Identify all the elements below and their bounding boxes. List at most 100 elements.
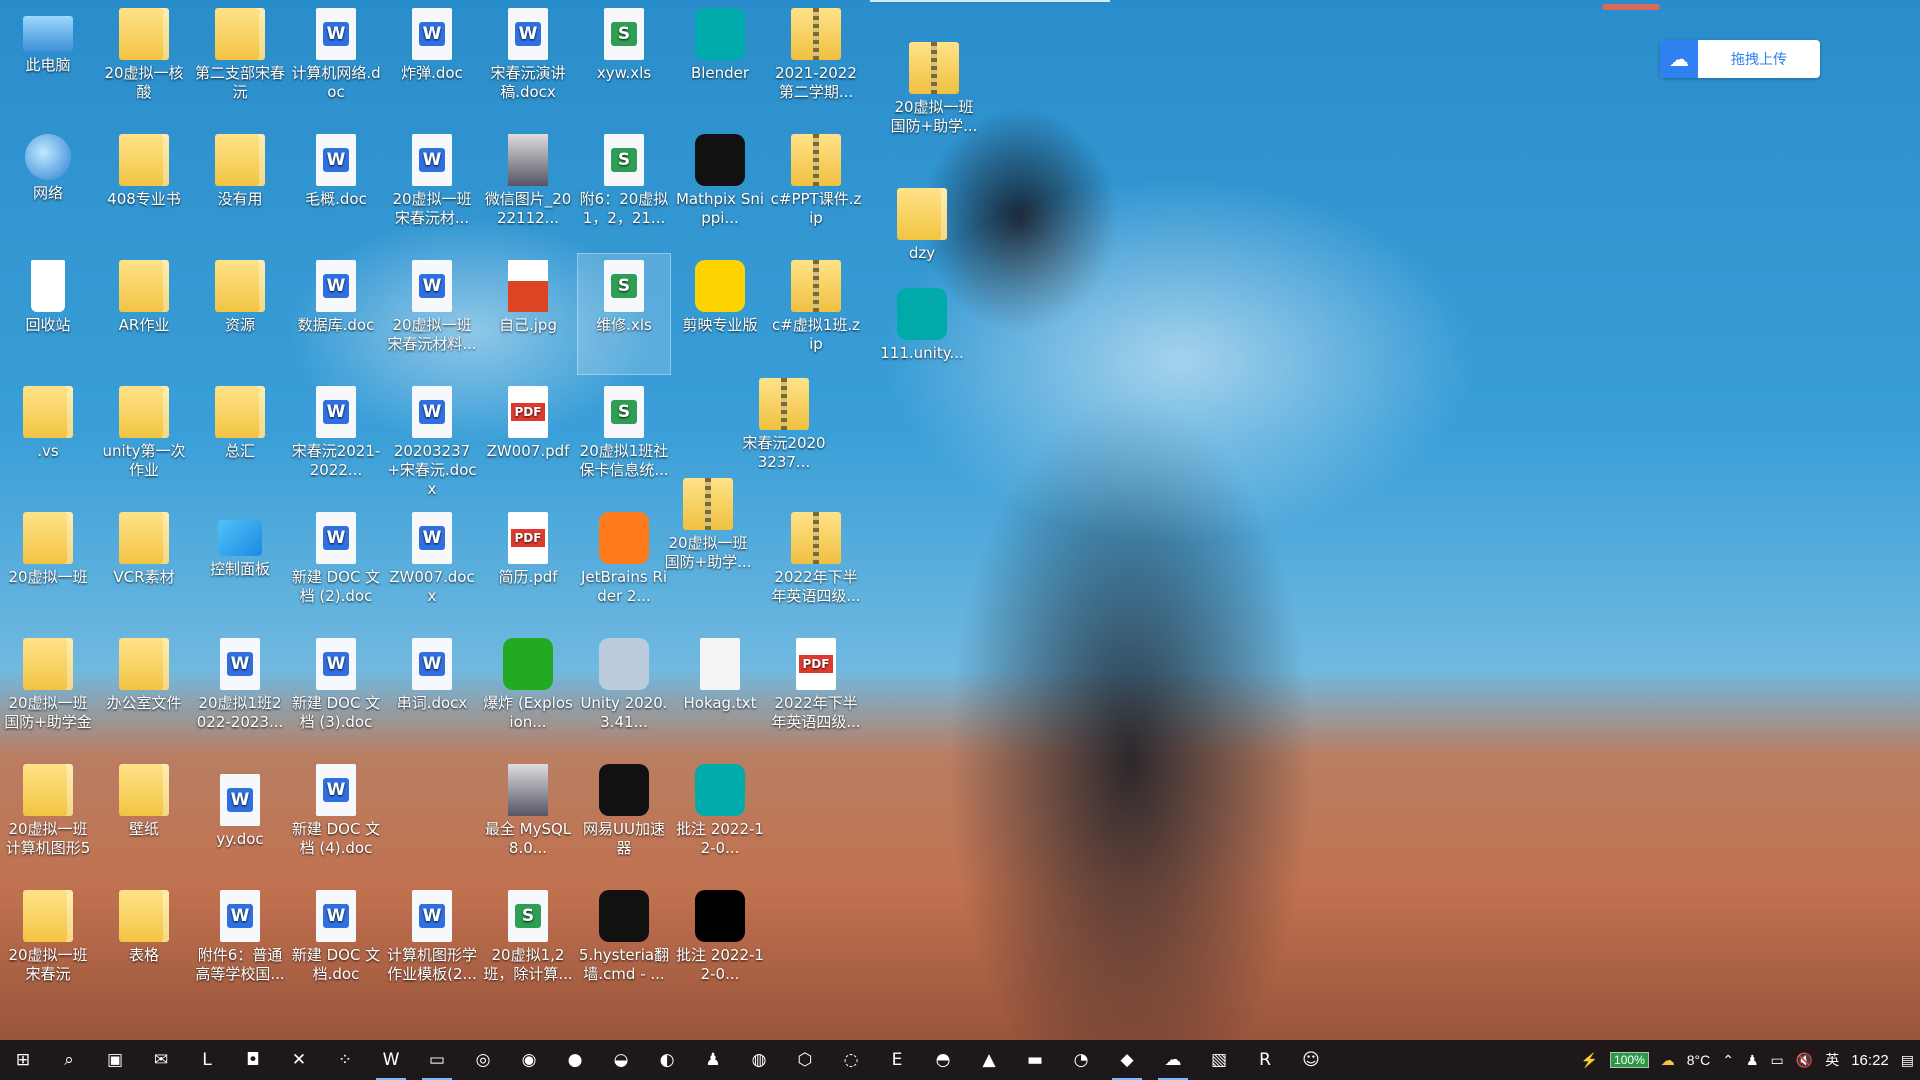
desktop-icon[interactable]: W 20203237+宋春沅.docx xyxy=(386,380,478,500)
volume-mute-icon[interactable]: 🔇 xyxy=(1796,1052,1813,1069)
desktop-icon[interactable]: W 20虚拟1班2022-2023... xyxy=(194,632,286,752)
desktop-icon[interactable]: W 20虚拟一班宋春沅材... xyxy=(386,128,478,248)
desktop-icon[interactable]: 第二支部宋春沅 xyxy=(194,2,286,122)
desktop-icon[interactable]: 批注 2022-12-0... xyxy=(674,884,766,1004)
desktop-icon[interactable]: unity第一次作业 xyxy=(98,380,190,500)
desktop-icon[interactable]: W 串词.docx xyxy=(386,632,478,752)
xmind-icon[interactable]: ✕ xyxy=(276,1040,322,1080)
app-l-icon[interactable]: L xyxy=(184,1040,230,1080)
desktop-icon[interactable]: 20虚拟一班宋春沅 xyxy=(2,884,94,1004)
desktop-icon[interactable]: W 宋春沅演讲稿.docx xyxy=(482,2,574,122)
desktop-icon[interactable]: W 毛概.doc xyxy=(290,128,382,248)
desktop-icon[interactable]: W 新建 DOC 文档 (2).doc xyxy=(290,506,382,626)
desktop-icon[interactable]: W 计算机图形学作业模板(2... xyxy=(386,884,478,1004)
desktop-icon[interactable]: W 20虚拟一班宋春沅材料... xyxy=(386,254,478,374)
desktop-icon[interactable]: 408专业书 xyxy=(98,128,190,248)
mountain-app-icon[interactable]: ▲ xyxy=(966,1040,1012,1080)
desktop-icon[interactable]: c#虚拟1班.zip xyxy=(770,254,862,374)
cube-icon[interactable]: ⬡ xyxy=(782,1040,828,1080)
power-plug-icon[interactable]: ⚡ xyxy=(1581,1052,1598,1069)
qq-icon[interactable]: ♟ xyxy=(690,1040,736,1080)
desktop-icon[interactable]: W 新建 DOC 文档.doc xyxy=(290,884,382,1004)
desktop-icon[interactable]: 20虚拟一班国防+助学... xyxy=(888,36,980,156)
desktop-icon[interactable]: W 宋春沅2021-2022... xyxy=(290,380,382,500)
desktop-icon[interactable]: 5.hysteria翻墙.cmd - ... xyxy=(578,884,670,1004)
netease-music-icon[interactable]: ◍ xyxy=(736,1040,782,1080)
steam-icon[interactable]: ◓ xyxy=(920,1040,966,1080)
desktop-icon[interactable]: 20虚拟一班计算机图形5 xyxy=(2,758,94,878)
desktop-icon[interactable]: W 炸弹.doc xyxy=(386,2,478,122)
desktop-icon[interactable]: 微信图片_2022112... xyxy=(482,128,574,248)
github-icon[interactable]: ◔ xyxy=(1058,1040,1104,1080)
desktop-icon[interactable]: PDF ZW007.pdf xyxy=(482,380,574,500)
desktop-icon[interactable]: Sxyw.xls xyxy=(578,2,670,122)
rider-icon[interactable]: R xyxy=(1242,1040,1288,1080)
word-icon[interactable]: W xyxy=(368,1040,414,1080)
desktop-icon[interactable]: 此电脑 xyxy=(2,2,94,122)
desktop-icon[interactable]: 控制面板 xyxy=(194,506,286,626)
search-app-icon[interactable]: ◎ xyxy=(460,1040,506,1080)
desktop-icon[interactable]: 总汇 xyxy=(194,380,286,500)
desktop-icon[interactable]: JetBrains Rider 2... xyxy=(578,506,670,626)
desktop-icon[interactable]: 20虚拟一核酸 xyxy=(98,2,190,122)
desktop-icon[interactable]: Mathpix Snippi... xyxy=(674,128,766,248)
search-icon[interactable]: ⌕ xyxy=(46,1040,92,1080)
store-icon[interactable]: ▣ xyxy=(92,1040,138,1080)
desktop-icon[interactable]: 2022年下半年英语四级... xyxy=(770,506,862,626)
battery-tray-icon[interactable]: ▭ xyxy=(1771,1052,1784,1069)
desktop-icon[interactable]: 20虚拟一班国防+助学金 xyxy=(2,632,94,752)
desktop-icon[interactable]: Hokag.txt xyxy=(674,632,766,752)
desktop-icon[interactable]: 111.unity... xyxy=(876,282,968,402)
desktop-icon[interactable]: W 附件6：普通高等学校国... xyxy=(194,884,286,1004)
chevron-up-icon[interactable]: ⌃ xyxy=(1722,1052,1734,1069)
desktop-icon[interactable]: 爆炸 (Explosion... xyxy=(482,632,574,752)
app-ball-icon[interactable]: ◒ xyxy=(598,1040,644,1080)
desktop-icon[interactable]: 剪映专业版 xyxy=(674,254,766,374)
mail-icon[interactable]: ✉ xyxy=(138,1040,184,1080)
desktop-icon[interactable]: W 数据库.doc xyxy=(290,254,382,374)
desktop-icon[interactable]: AR作业 xyxy=(98,254,190,374)
desktop-icon[interactable]: 表格 xyxy=(98,884,190,1004)
desktop-icon[interactable]: 网络 xyxy=(2,128,94,248)
desktop-icon[interactable]: 2021-2022第二学期... xyxy=(770,2,862,122)
desktop-icon[interactable]: 网易UU加速器 xyxy=(578,758,670,878)
desktop-icon[interactable]: PDF 简历.pdf xyxy=(482,506,574,626)
desktop-icon[interactable]: W 新建 DOC 文档 (3).doc xyxy=(290,632,382,752)
desktop-icon[interactable]: S 维修.xls xyxy=(577,253,671,375)
file-explorer-icon[interactable]: ▭ xyxy=(414,1040,460,1080)
photos-icon[interactable]: ▧ xyxy=(1196,1040,1242,1080)
desktop-icon[interactable]: S 20虚拟1,2班，除计算... xyxy=(482,884,574,1004)
desktop-icon[interactable]: W 新建 DOC 文档 (4).doc xyxy=(290,758,382,878)
desktop-icon[interactable]: W 计算机网络.doc xyxy=(290,2,382,122)
drag-upload-widget[interactable]: ☁ 拖拽上传 xyxy=(1660,40,1820,78)
chrome-icon[interactable]: ● xyxy=(552,1040,598,1080)
desktop-icon[interactable]: 自己.jpg xyxy=(482,254,574,374)
desktop-icon[interactable]: W ZW007.docx xyxy=(386,506,478,626)
notification-icon[interactable]: ▤ xyxy=(1901,1052,1914,1069)
wechat-icon[interactable]: ◉ xyxy=(506,1040,552,1080)
desktop-icon[interactable]: 最全 MySQL8.0... xyxy=(482,758,574,878)
desktop-icon[interactable]: S 附6：20虚拟1，2，21... xyxy=(578,128,670,248)
ime-indicator[interactable]: 英 xyxy=(1825,1050,1839,1070)
battery-indicator[interactable]: 100% xyxy=(1610,1052,1649,1068)
app-dots-icon[interactable]: ⁘ xyxy=(322,1040,368,1080)
desktop-icon[interactable]: 20虚拟一班 xyxy=(2,506,94,626)
terminal-icon[interactable]: ▬ xyxy=(1012,1040,1058,1080)
weather-temp[interactable]: 8°C xyxy=(1687,1052,1711,1068)
desktop-icon[interactable]: 壁纸 xyxy=(98,758,190,878)
uu-icon[interactable]: ◌ xyxy=(828,1040,874,1080)
epic-icon[interactable]: E xyxy=(874,1040,920,1080)
edge-icon[interactable]: ◐ xyxy=(644,1040,690,1080)
desktop-icon[interactable]: 20虚拟一班国防+助学... xyxy=(662,472,754,592)
desktop-icon[interactable]: 资源 xyxy=(194,254,286,374)
weather-icon[interactable]: ☁ xyxy=(1661,1052,1675,1069)
chatbot-icon[interactable]: ☺ xyxy=(1288,1040,1334,1080)
start-icon[interactable]: ⊞ xyxy=(0,1040,46,1080)
unity-icon[interactable]: ◆ xyxy=(1104,1040,1150,1080)
desktop-icon[interactable]: Unity 2020.3.41... xyxy=(578,632,670,752)
desktop-icon[interactable]: 没有用 xyxy=(194,128,286,248)
desktop-icon[interactable]: S 20虚拟1班社保卡信息统... xyxy=(578,380,670,500)
desktop-icon[interactable]: Blender xyxy=(674,2,766,122)
desktop-icon[interactable]: .vs xyxy=(2,380,94,500)
qq-tray-icon[interactable]: ♟ xyxy=(1746,1052,1759,1069)
